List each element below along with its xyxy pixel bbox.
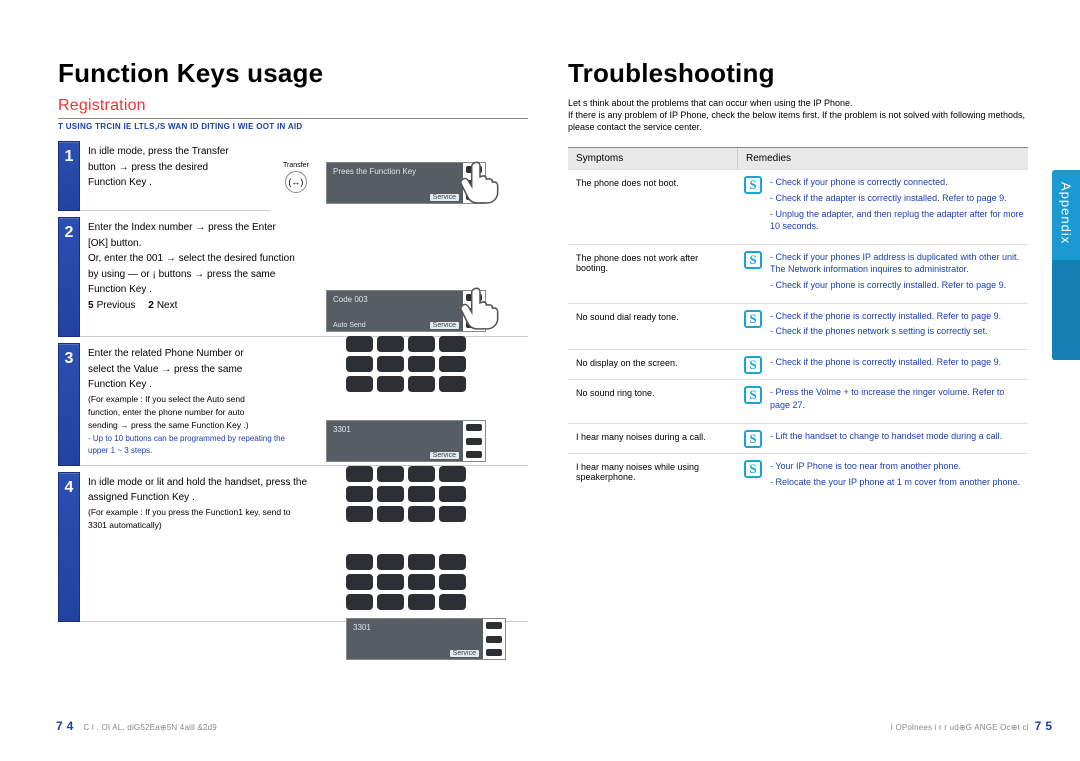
s-badge: S bbox=[738, 170, 768, 243]
appendix-tab: Appendix bbox=[1052, 170, 1080, 360]
step-body: In idle mode, press the Transfer button … bbox=[80, 141, 270, 211]
table-row: I hear many noises during a call.S- Lift… bbox=[568, 423, 1028, 454]
symptom-cell: I hear many noises while using speakerph… bbox=[568, 454, 738, 499]
divider bbox=[58, 118, 528, 119]
page-title-left: Function Keys usage bbox=[58, 58, 528, 89]
s-badge: S bbox=[738, 245, 768, 303]
s-badge: S bbox=[738, 350, 768, 380]
table-row: No sound ring tone.S- Press the Volme + … bbox=[568, 379, 1028, 422]
th-symptoms: Symptoms bbox=[568, 148, 738, 169]
remedy-cell: - Lift the handset to change to handset … bbox=[768, 424, 1028, 454]
remedy-cell: - Check if your phones IP address is dup… bbox=[768, 245, 1028, 303]
table-row: I hear many noises while using speakerph… bbox=[568, 453, 1028, 499]
remedy-cell: - Your IP Phone is too near from another… bbox=[768, 454, 1028, 499]
right-page: Troubleshooting Let s think about the pr… bbox=[568, 58, 1028, 499]
symptom-cell: The phone does not boot. bbox=[568, 170, 738, 243]
th-remedies: Remedies bbox=[738, 148, 1028, 169]
table-row: The phone does not work after booting.S-… bbox=[568, 244, 1028, 303]
s-badge: S bbox=[738, 454, 768, 499]
illus-step1: Prees the Function Key Service bbox=[326, 162, 486, 204]
remedy-cell: - Check if your phone is correctly conne… bbox=[768, 170, 1028, 243]
symptom-cell: No display on the screen. bbox=[568, 350, 738, 380]
illus-step4: 3301 Service bbox=[346, 550, 506, 660]
table-row: No display on the screen.S- Check if the… bbox=[568, 349, 1028, 380]
table-row: The phone does not boot.S- Check if your… bbox=[568, 169, 1028, 243]
illus-step3: 3301 Service bbox=[326, 420, 486, 522]
page-number-75: I OPolnees i r r ud⊕G ANGE Oc⊕t cl75 bbox=[891, 719, 1056, 733]
step-number: 2 bbox=[58, 217, 80, 337]
remedy-cell: - Check if the phone is correctly instal… bbox=[768, 350, 1028, 380]
table-row: No sound dial ready tone.S- Check if the… bbox=[568, 303, 1028, 349]
page-number-74: 74C I . OI AL, diG52Ea⊕5N 4alil &2d9 bbox=[56, 719, 217, 733]
symptom-cell: The phone does not work after booting. bbox=[568, 245, 738, 303]
step-number: 4 bbox=[58, 472, 80, 622]
trouble-table: Symptoms Remedies The phone does not boo… bbox=[568, 147, 1028, 499]
symptom-cell: No sound dial ready tone. bbox=[568, 304, 738, 349]
symptom-cell: No sound ring tone. bbox=[568, 380, 738, 422]
s-badge: S bbox=[738, 380, 768, 422]
step-number: 1 bbox=[58, 141, 80, 211]
symptom-cell: I hear many noises during a call. bbox=[568, 424, 738, 454]
transfer-label: Transfer bbox=[283, 162, 309, 169]
transfer-button-illus: Transfer (↔) bbox=[283, 162, 309, 193]
section-registration: Registration bbox=[58, 97, 528, 115]
s-badge: S bbox=[738, 424, 768, 454]
page-title-right: Troubleshooting bbox=[568, 58, 1028, 89]
remedy-cell: - Press the Volme + to increase the ring… bbox=[768, 380, 1028, 422]
s-badge: S bbox=[738, 304, 768, 349]
table-header: Symptoms Remedies bbox=[568, 148, 1028, 169]
transfer-icon: (↔) bbox=[285, 171, 307, 193]
illus-step2: Code 003 Auto Send Service bbox=[326, 290, 486, 392]
remedy-cell: - Check if the phone is correctly instal… bbox=[768, 304, 1028, 349]
intro-text: Let s think about the problems that can … bbox=[568, 97, 1028, 133]
subnote: T USING TRCIN IE LTLS,/S WAN ID DITING I… bbox=[58, 122, 528, 131]
step-number: 3 bbox=[58, 343, 80, 466]
